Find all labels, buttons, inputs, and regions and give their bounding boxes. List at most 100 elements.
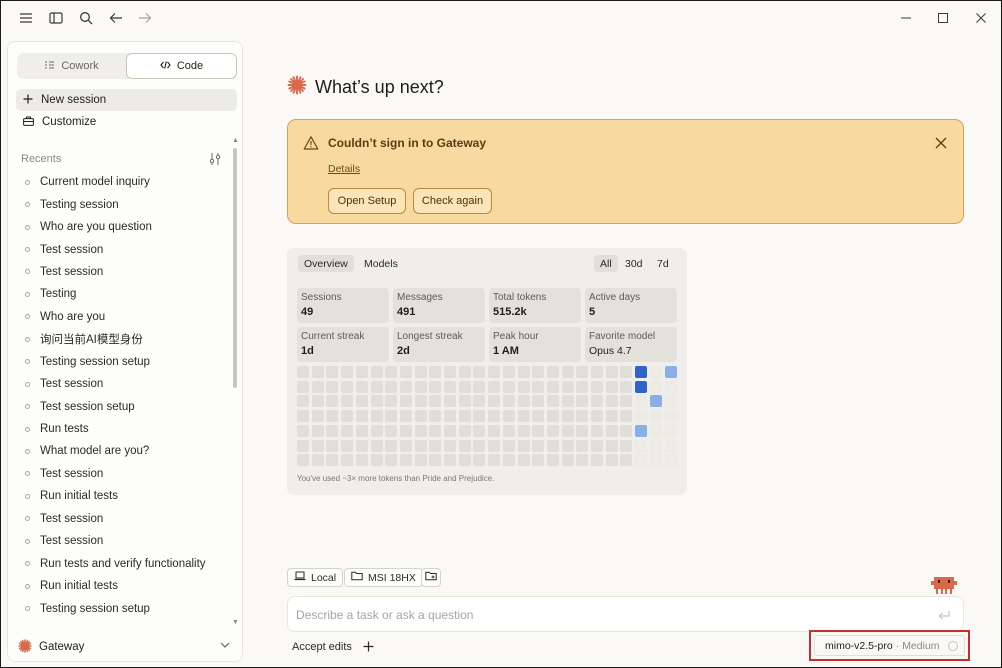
details-link[interactable]: Details	[328, 163, 360, 175]
heatmap-cell	[311, 395, 324, 408]
recent-session-item[interactable]: Testing session setup	[8, 351, 232, 373]
heatmap-cell	[326, 380, 339, 393]
recent-session-item[interactable]: Who are you	[8, 306, 232, 328]
heatmap-cell	[605, 380, 618, 393]
session-dot-icon	[25, 359, 30, 365]
stat-value: 49	[301, 306, 314, 318]
heatmap-cell	[488, 395, 501, 408]
folder-chip[interactable]: MSI 18HX	[344, 568, 423, 587]
recent-session-item[interactable]: Testing session setup	[8, 597, 232, 619]
heatmap-cell	[399, 380, 412, 393]
range-30d[interactable]: 30d	[619, 255, 649, 272]
heatmap-cell	[311, 454, 324, 467]
stat-card: Peak hour 1 AM	[489, 327, 581, 362]
recent-session-item[interactable]: Test session setup	[8, 395, 232, 417]
heatmap-cell	[620, 380, 633, 393]
briefcase-icon	[23, 116, 34, 129]
recent-session-item[interactable]: Test session	[8, 373, 232, 395]
recent-session-item[interactable]: Current model inquiry	[8, 171, 232, 193]
stat-value: 1d	[301, 345, 314, 357]
heatmap-cell	[297, 424, 309, 437]
recent-session-item[interactable]: Test session	[8, 463, 232, 485]
task-input[interactable]	[296, 606, 916, 624]
heatmap-cell	[458, 454, 471, 467]
stat-card: Sessions 49	[297, 288, 389, 323]
stat-label: Sessions	[301, 292, 342, 303]
heatmap-cell	[635, 395, 648, 408]
new-session-label: New session	[41, 94, 107, 106]
tab-models[interactable]: Models	[358, 255, 404, 272]
heatmap-cell	[326, 395, 339, 408]
range-all[interactable]: All	[594, 255, 618, 272]
scroll-up-arrow-icon[interactable]: ▲	[232, 137, 239, 144]
local-chip[interactable]: Local	[287, 568, 344, 587]
search-icon[interactable]	[77, 9, 95, 27]
back-arrow-icon[interactable]	[107, 9, 125, 27]
usage-note: You've used ~3× more tokens than Pride a…	[297, 474, 495, 483]
recent-session-item[interactable]: Testing session	[8, 193, 232, 215]
tab-code[interactable]: Code	[126, 53, 237, 79]
add-attachment-button[interactable]	[363, 639, 374, 655]
gateway-selector[interactable]: Gateway	[8, 632, 242, 661]
heatmap-cell	[561, 439, 574, 452]
heatmap-cell	[341, 439, 354, 452]
recent-session-item[interactable]: Test session	[8, 261, 232, 283]
recent-session-item[interactable]: Test session	[8, 508, 232, 530]
model-selector[interactable]: mimo-v2.5-pro · Medium	[814, 635, 965, 656]
tab-overview[interactable]: Overview	[298, 255, 354, 272]
dismiss-alert-icon[interactable]	[933, 135, 949, 151]
heatmap-cell	[591, 380, 603, 393]
scroll-down-arrow-icon[interactable]: ▼	[232, 619, 239, 626]
stat-value: 2d	[397, 345, 410, 357]
range-7d[interactable]: 7d	[651, 255, 675, 272]
add-folder-button[interactable]	[421, 568, 441, 587]
forward-arrow-icon[interactable]	[136, 9, 154, 27]
heatmap-cell	[326, 454, 339, 467]
close-icon[interactable]	[972, 9, 990, 27]
heatmap-cell	[620, 395, 633, 408]
heatmap-cell	[561, 366, 574, 378]
heatmap-cell	[517, 439, 530, 452]
session-dot-icon	[25, 516, 30, 522]
accept-edits-toggle[interactable]: Accept edits	[292, 641, 352, 653]
recent-session-item[interactable]: Test session	[8, 238, 232, 260]
sidebar-toggle-icon[interactable]	[47, 9, 65, 27]
recent-session-item[interactable]: Who are you question	[8, 216, 232, 238]
recent-session-item[interactable]: Run initial tests	[8, 575, 232, 597]
tab-cowork[interactable]: Cowork	[17, 53, 126, 79]
heatmap-cell	[502, 366, 515, 378]
heatmap-cell	[517, 380, 530, 393]
alert-title: Couldn’t sign in to Gateway	[328, 136, 487, 150]
heatmap-cell	[561, 424, 574, 437]
recent-session-item[interactable]: What model are you?	[8, 440, 232, 462]
heatmap-cell	[370, 380, 383, 393]
scrollbar-thumb[interactable]	[233, 148, 237, 388]
open-setup-button[interactable]: Open Setup	[328, 188, 406, 214]
customize-button[interactable]: Customize	[16, 111, 237, 133]
heatmap-cell	[605, 366, 618, 378]
sidebar-scrollbar[interactable]: ▲ ▼	[232, 137, 239, 626]
heatmap-cell	[488, 454, 501, 467]
recent-session-item[interactable]: Run tests and verify functionality	[8, 552, 232, 574]
heatmap-cell	[458, 395, 471, 408]
send-return-icon[interactable]	[937, 608, 951, 622]
heatmap-cell	[444, 410, 456, 423]
heatmap-cell	[370, 410, 383, 423]
minimize-icon[interactable]	[897, 9, 915, 27]
heatmap-cell	[399, 395, 412, 408]
recent-session-item[interactable]: Testing	[8, 283, 232, 305]
maximize-icon[interactable]	[934, 9, 952, 27]
new-session-button[interactable]: New session	[16, 89, 237, 111]
tab-code-label: Code	[176, 60, 204, 72]
recent-session-item[interactable]: Test session	[8, 530, 232, 552]
filter-sliders-icon[interactable]	[208, 152, 222, 166]
recent-session-item[interactable]: Run initial tests	[8, 485, 232, 507]
check-again-button[interactable]: Check again	[413, 188, 492, 214]
menu-icon[interactable]	[17, 9, 35, 27]
heatmap-cell	[664, 366, 677, 378]
recent-session-item[interactable]: Run tests	[8, 418, 232, 440]
stat-label: Peak hour	[493, 331, 539, 342]
heatmap-cell	[473, 366, 486, 378]
recent-session-label: Test session	[40, 467, 104, 480]
recent-session-item[interactable]: 询问当前AI模型身份	[8, 328, 232, 350]
